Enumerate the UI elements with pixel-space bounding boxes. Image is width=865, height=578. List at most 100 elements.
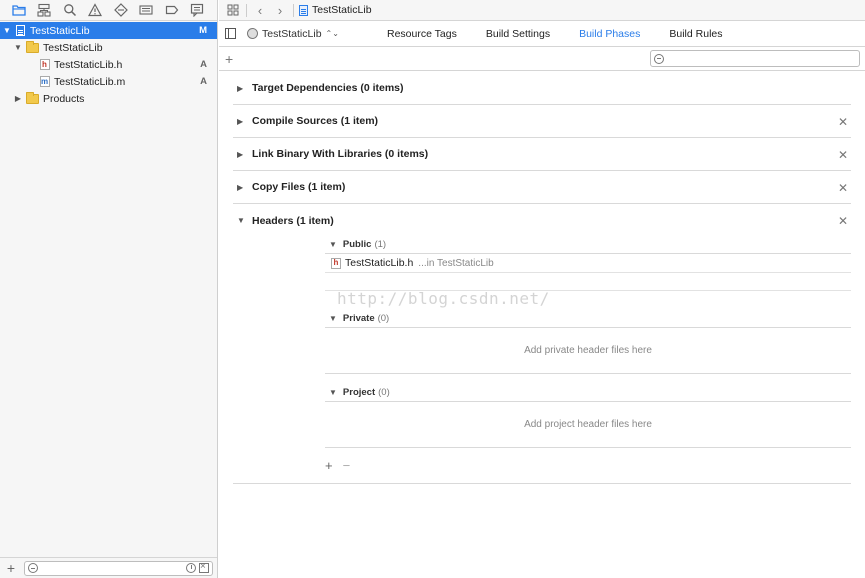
tab-build-phases[interactable]: Build Phases (579, 28, 640, 40)
disclosure-triangle-collapsed-icon[interactable]: ▶ (237, 150, 247, 159)
build-phase-compile-sources[interactable]: ▶ Compile Sources (1 item) ✕ (233, 105, 851, 138)
header-file-icon: h (39, 59, 50, 71)
scope-header[interactable]: ▼ Project (0) (325, 384, 851, 402)
target-selector[interactable]: TestStaticLib ⌃⌄ (247, 28, 339, 40)
disclosure-triangle-collapsed-icon[interactable]: ▶ (237, 117, 247, 126)
tree-row-group[interactable]: ▼ TestStaticLib (0, 39, 217, 56)
sidebar-toggle-icon[interactable] (225, 28, 236, 39)
forward-button[interactable]: › (270, 1, 290, 19)
scope-name: Public (342, 239, 372, 250)
scm-status-badge: A (200, 59, 207, 70)
build-phase-copy-files[interactable]: ▶ Copy Files (1 item) ✕ (233, 171, 851, 204)
remove-header-button[interactable]: − (343, 458, 351, 473)
close-icon[interactable]: ✕ (838, 214, 848, 228)
search-icon (63, 4, 76, 17)
add-build-phase-button[interactable]: + (225, 51, 233, 67)
disclosure-triangle-collapsed-icon[interactable]: ▶ (237, 183, 247, 192)
navigator-filter-bar: + (0, 557, 217, 578)
project-file-icon (15, 25, 26, 37)
grid-icon (227, 4, 239, 16)
close-icon[interactable]: ✕ (838, 181, 848, 195)
tree-row-label: TestStaticLib.m (54, 75, 126, 88)
folder-icon (26, 91, 39, 104)
disclosure-triangle-expanded-icon[interactable]: ▼ (329, 388, 337, 397)
back-button[interactable]: ‹ (250, 1, 270, 19)
build-phase-header[interactable]: ▼ Headers (1 item) ✕ (233, 204, 851, 237)
tab-build-settings[interactable]: Build Settings (486, 28, 550, 40)
recent-files-icon[interactable] (186, 563, 196, 573)
file-location: ...in TestStaticLib (418, 257, 494, 269)
tree-row-products[interactable]: ▶ Products (0, 90, 217, 107)
target-icon (247, 28, 258, 39)
tree-row-label: Products (43, 92, 85, 105)
build-phases-list: ▶ Target Dependencies (0 items) ▶ Compil… (233, 72, 851, 484)
chevron-right-icon: › (277, 2, 283, 18)
tree-row-label: TestStaticLib.h (54, 58, 123, 71)
headers-footer: + − (325, 458, 350, 473)
scope-header[interactable]: ▼ Private (0) (325, 310, 851, 328)
disclosure-triangle-collapsed-icon[interactable]: ▶ (13, 94, 23, 104)
build-phase-title: Target Dependencies (0 items) (252, 82, 404, 94)
tree-row-label: TestStaticLib (30, 24, 90, 37)
build-phase-title: Compile Sources (1 item) (252, 115, 379, 127)
tab-build-rules[interactable]: Build Rules (669, 28, 722, 40)
tab-resource-tags[interactable]: Resource Tags (387, 28, 457, 40)
drop-zone-placeholder[interactable]: Add private header files here (325, 328, 851, 374)
updown-chevron-icon: ⌃⌄ (325, 29, 339, 38)
hierarchy-icon (37, 3, 51, 17)
navigator-selector-bar (0, 0, 217, 21)
folder-icon (12, 5, 26, 16)
drop-zone-placeholder[interactable]: Add project header files here (325, 402, 851, 448)
report-navigator-tab[interactable] (185, 0, 211, 20)
speech-bubble-icon (191, 3, 204, 17)
breadcrumb[interactable]: TestStaticLib (299, 4, 372, 16)
symbol-navigator-tab[interactable] (32, 0, 58, 20)
watermark: http://blog.csdn.net/ (337, 289, 550, 308)
tree-row-source-file[interactable]: m TestStaticLib.m A (0, 73, 217, 90)
build-phase-title: Copy Files (1 item) (252, 181, 346, 193)
disclosure-triangle-expanded-icon[interactable]: ▼ (13, 43, 23, 53)
disclosure-triangle-expanded-icon[interactable]: ▼ (237, 216, 247, 225)
scm-filter-icon[interactable] (199, 561, 209, 573)
breakpoint-navigator-tab[interactable] (159, 0, 185, 20)
chevron-left-icon: ‹ (257, 2, 263, 18)
diamond-icon (113, 3, 128, 17)
scope-name: Private (342, 313, 375, 324)
issue-navigator-tab[interactable] (83, 0, 109, 20)
scope-count: (0) (378, 387, 390, 398)
build-phase-toolbar: + (219, 47, 865, 71)
related-items-button[interactable] (223, 1, 243, 19)
target-label: TestStaticLib (262, 27, 322, 40)
project-navigator-tab[interactable] (6, 0, 32, 20)
scope-header[interactable]: ▼ Public (1) (325, 236, 851, 254)
debug-navigator-tab[interactable] (134, 0, 160, 20)
list-item[interactable]: h TestStaticLib.h ...in TestStaticLib (325, 254, 851, 273)
file-name: TestStaticLib.h (345, 257, 414, 269)
disclosure-triangle-expanded-icon[interactable]: ▼ (329, 240, 337, 249)
add-header-button[interactable]: + (325, 458, 333, 473)
navigator-filter-input[interactable] (24, 560, 213, 576)
disclosure-triangle-expanded-icon[interactable]: ▼ (329, 314, 337, 323)
close-icon[interactable]: ✕ (838, 115, 848, 129)
find-navigator-tab[interactable] (57, 0, 83, 20)
tree-row-label: TestStaticLib (43, 41, 103, 54)
tree-row-project[interactable]: ▼ TestStaticLib M (0, 22, 217, 39)
scm-status-badge: M (199, 25, 207, 36)
private-headers-section: ▼ Private (0) Add private header files h… (325, 310, 851, 374)
build-phase-title: Link Binary With Libraries (0 items) (252, 148, 429, 160)
tree-row-header-file[interactable]: h TestStaticLib.h A (0, 56, 217, 73)
project-tree: ▼ TestStaticLib M ▼ TestStaticLib h Test… (0, 22, 217, 107)
scope-name: Project (342, 387, 376, 398)
close-icon[interactable]: ✕ (838, 148, 848, 162)
breadcrumb-label: TestStaticLib (312, 4, 372, 16)
separator (246, 3, 247, 17)
build-phase-target-dependencies[interactable]: ▶ Target Dependencies (0 items) (233, 72, 851, 105)
disclosure-triangle-expanded-icon[interactable]: ▼ (2, 26, 12, 36)
disclosure-triangle-collapsed-icon[interactable]: ▶ (237, 84, 247, 93)
build-phase-link-binary[interactable]: ▶ Link Binary With Libraries (0 items) ✕ (233, 138, 851, 171)
test-navigator-tab[interactable] (108, 0, 134, 20)
add-file-button[interactable]: + (4, 560, 18, 576)
build-phase-filter-input[interactable] (650, 50, 860, 67)
scope-count: (0) (377, 313, 390, 324)
warning-icon (88, 3, 103, 17)
